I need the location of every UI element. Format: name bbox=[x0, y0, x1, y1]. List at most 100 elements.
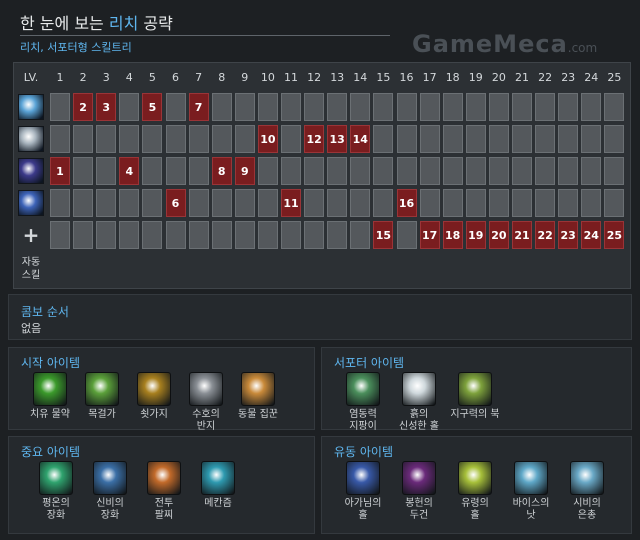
item-entry[interactable]: 동물 집꾼 bbox=[231, 372, 285, 421]
auto-skill-label: 자동 스킬 bbox=[14, 251, 48, 287]
empty-level-cell bbox=[373, 157, 394, 185]
page-subtitle: 리치, 서포터형 스킬트리 bbox=[20, 41, 132, 54]
item-entry[interactable]: 바이스의 낫 bbox=[504, 461, 558, 522]
item-name-line: 동물 집꾼 bbox=[238, 409, 278, 420]
ring-icon bbox=[189, 372, 223, 406]
plus-icon: + bbox=[22, 223, 40, 247]
skill-row-label bbox=[14, 155, 48, 187]
empty-level-cell bbox=[211, 221, 232, 249]
item-entry[interactable]: 시비의 은총 bbox=[560, 461, 614, 522]
empty-level-cell bbox=[304, 157, 325, 185]
drum-icon bbox=[458, 372, 492, 406]
item-name: 목걸가 bbox=[75, 409, 129, 421]
level-number: 20 bbox=[491, 70, 506, 84]
empty-level-cell bbox=[142, 125, 163, 153]
empty-level-cell bbox=[535, 189, 556, 217]
scepter-icon bbox=[346, 461, 380, 495]
item-name: 아가님의 홀 bbox=[336, 498, 390, 522]
item-name: 쇳가지 bbox=[127, 409, 181, 421]
core-items-panel: 중요 아이템 평온의 장화 신비의 장화 전투 팔찌 메칸즘 bbox=[8, 436, 315, 534]
item-name-line: 수호의 bbox=[192, 409, 220, 420]
skill-level-point: 18 bbox=[442, 221, 463, 249]
hood-icon bbox=[402, 461, 436, 495]
empty-level-cell bbox=[188, 125, 209, 153]
empty-level-cell bbox=[211, 93, 232, 121]
tranquil-boots-icon bbox=[39, 461, 73, 495]
empty-level-cell bbox=[327, 221, 348, 249]
shivas-icon bbox=[570, 461, 604, 495]
item-entry[interactable]: 쇳가지 bbox=[127, 372, 181, 421]
empty-level-cell bbox=[142, 189, 163, 217]
item-name-line: 바이스의 bbox=[512, 498, 550, 509]
item-entry[interactable]: 봉헌의 두건 bbox=[392, 461, 446, 522]
skill-level-point: 15 bbox=[373, 221, 394, 249]
tango-icon bbox=[85, 372, 119, 406]
empty-level-cell bbox=[581, 189, 602, 217]
item-name-line: 장화 bbox=[46, 510, 66, 521]
auto-skill-band bbox=[50, 253, 628, 283]
item-entry[interactable]: 염동력 지팡이 bbox=[336, 372, 390, 433]
skill-level-point: 12 bbox=[304, 125, 325, 153]
skill-level-point: 3 bbox=[96, 93, 117, 121]
item-entry[interactable]: 목걸가 bbox=[75, 372, 129, 421]
item-name: 전투 팔찌 bbox=[137, 498, 191, 522]
item-entry[interactable]: 평온의 장화 bbox=[29, 461, 83, 522]
empty-level-cell bbox=[581, 93, 602, 121]
empty-level-cell bbox=[488, 189, 509, 217]
empty-level-cell bbox=[96, 157, 117, 185]
frost-armor-icon bbox=[18, 126, 44, 152]
skill-level-point: 19 bbox=[465, 221, 486, 249]
empty-level-cell bbox=[96, 221, 117, 249]
auto-skill-row: 자동 스킬 bbox=[14, 251, 632, 287]
item-name: 평온의 장화 bbox=[29, 498, 83, 522]
item-entry[interactable]: 흙의 신성한 홀 bbox=[392, 372, 446, 433]
level-number: 12 bbox=[307, 70, 322, 84]
item-entry[interactable]: 메칸즘 bbox=[191, 461, 245, 510]
empty-level-cell bbox=[350, 157, 371, 185]
empty-level-cell bbox=[581, 125, 602, 153]
empty-level-cell bbox=[327, 93, 348, 121]
skill-level-point: 9 bbox=[234, 157, 255, 185]
item-name-line: 전투 bbox=[154, 498, 174, 509]
item-entry[interactable]: 전투 팔찌 bbox=[137, 461, 191, 522]
empty-level-cell bbox=[234, 93, 255, 121]
item-name-line: 봉헌의 bbox=[405, 498, 433, 509]
empty-level-cell bbox=[50, 189, 70, 217]
item-entry[interactable]: 신비의 장화 bbox=[83, 461, 137, 522]
panel-title: 시작 아이템 bbox=[21, 356, 81, 370]
empty-level-cell bbox=[442, 125, 463, 153]
empty-level-cell bbox=[350, 93, 371, 121]
item-name: 수호의 반지 bbox=[179, 409, 233, 433]
item-entry[interactable]: 수호의 반지 bbox=[179, 372, 233, 433]
level-number: 8 bbox=[218, 70, 226, 84]
skill-level-point: 4 bbox=[119, 157, 140, 185]
empty-level-cell bbox=[142, 157, 163, 185]
empty-level-cell bbox=[604, 125, 625, 153]
empty-level-cell bbox=[142, 221, 163, 249]
item-entry[interactable]: 지구력의 북 bbox=[448, 372, 502, 421]
item-name-line: 지구력의 북 bbox=[450, 409, 500, 420]
level-number: 23 bbox=[561, 70, 576, 84]
empty-level-cell bbox=[465, 157, 486, 185]
level-header-row: LV. 1 2 3 4 5 6 7 8 9 10 11 12 13 14 15 16 17 18 19 20 21 22 23… bbox=[14, 63, 632, 91]
sacrifice-icon bbox=[18, 158, 44, 184]
ice-shard-icon bbox=[18, 94, 44, 120]
skill-row-label bbox=[14, 91, 48, 123]
empty-level-cell bbox=[604, 157, 625, 185]
item-entry[interactable]: 유령의 홀 bbox=[448, 461, 502, 522]
empty-level-cell bbox=[119, 93, 140, 121]
empty-level-cell bbox=[96, 189, 117, 217]
combo-label: 콤보 순서 bbox=[21, 305, 69, 319]
empty-level-cell bbox=[73, 125, 94, 153]
empty-level-cell bbox=[419, 157, 440, 185]
skill-level-point: 25 bbox=[604, 221, 625, 249]
item-entry[interactable]: 아가님의 홀 bbox=[336, 461, 390, 522]
item-entry[interactable]: 치유 물약 bbox=[23, 372, 77, 421]
empty-level-cell bbox=[281, 157, 301, 185]
skill-level-point: 10 bbox=[257, 125, 278, 153]
empty-level-cell bbox=[281, 125, 301, 153]
level-header-label: LV. bbox=[23, 70, 39, 84]
empty-level-cell bbox=[350, 189, 371, 217]
level-number: 21 bbox=[515, 70, 529, 84]
hero-name: 리치 bbox=[108, 14, 139, 33]
